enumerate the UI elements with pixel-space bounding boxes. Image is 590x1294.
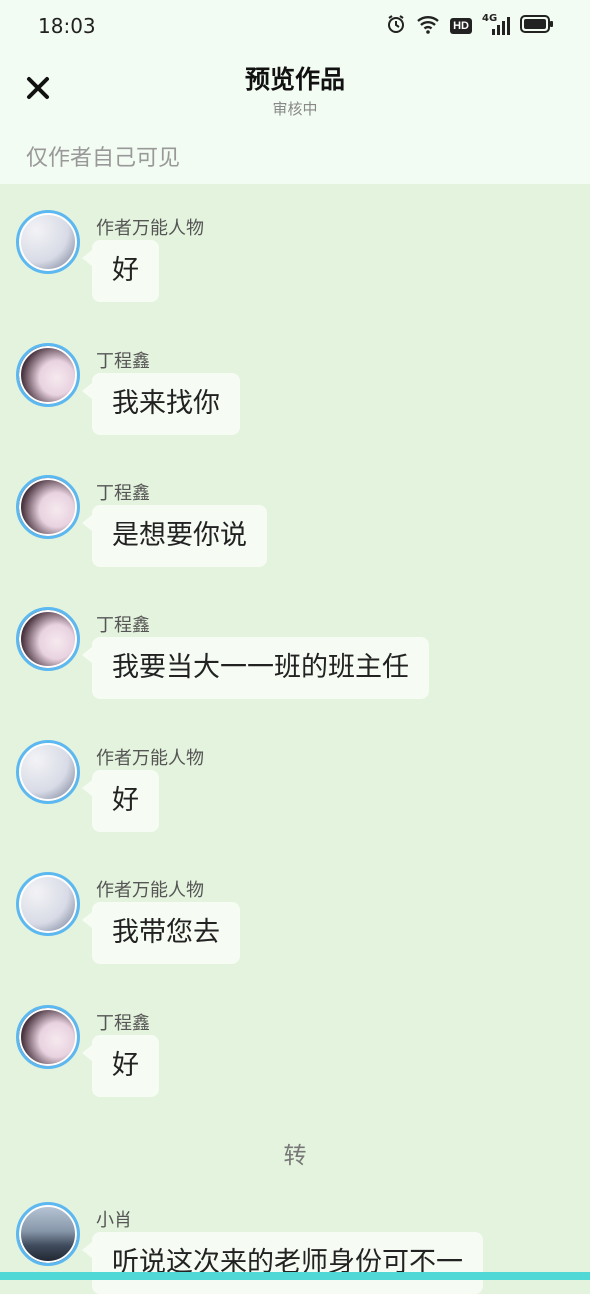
message-bubble[interactable]: 听说这次来的老师身份可不一: [82, 1232, 483, 1294]
avatar[interactable]: [16, 1202, 80, 1266]
message-bubble[interactable]: 我带您去: [82, 902, 240, 964]
hd-icon: HD: [450, 18, 472, 34]
battery-icon: [520, 15, 554, 37]
scene-divider: 转: [283, 1143, 307, 1169]
message-bubble[interactable]: 好: [82, 770, 159, 832]
avatar[interactable]: [16, 740, 80, 804]
sender-name: 丁程鑫: [96, 615, 150, 636]
message-bubble[interactable]: 我来找你: [82, 373, 240, 435]
avatar[interactable]: [16, 607, 80, 671]
signal-icon: 4G: [482, 13, 510, 36]
sender-name: 小肖: [96, 1210, 132, 1231]
sender-name: 丁程鑫: [96, 1013, 150, 1034]
bottom-accent-strip: [0, 1272, 590, 1280]
top-bar: 18:03 HD 4G 预览作品 审核中 仅作者自己可见: [0, 0, 590, 184]
avatar[interactable]: [16, 343, 80, 407]
wifi-icon: [416, 14, 440, 38]
sender-name: 作者万能人物: [96, 218, 204, 239]
message-bubble[interactable]: 是想要你说: [82, 505, 267, 567]
status-time: 18:03: [38, 14, 96, 38]
avatar[interactable]: [16, 210, 80, 274]
message-bubble[interactable]: 好: [82, 240, 159, 302]
status-icons: HD 4G: [386, 13, 554, 38]
sender-name: 作者万能人物: [96, 748, 204, 769]
sender-name: 作者万能人物: [96, 880, 204, 901]
avatar[interactable]: [16, 1005, 80, 1069]
message-bubble[interactable]: 我要当大一一班的班主任: [82, 637, 429, 699]
avatar[interactable]: [16, 872, 80, 936]
visibility-note: 仅作者自己可见: [26, 146, 181, 171]
sender-name: 丁程鑫: [96, 483, 150, 504]
avatar[interactable]: [16, 475, 80, 539]
review-status: 审核中: [272, 100, 318, 118]
message-bubble[interactable]: 好: [82, 1035, 159, 1097]
sender-name: 丁程鑫: [96, 351, 150, 372]
alarm-icon: [386, 14, 406, 38]
page-title: 预览作品: [244, 65, 345, 94]
